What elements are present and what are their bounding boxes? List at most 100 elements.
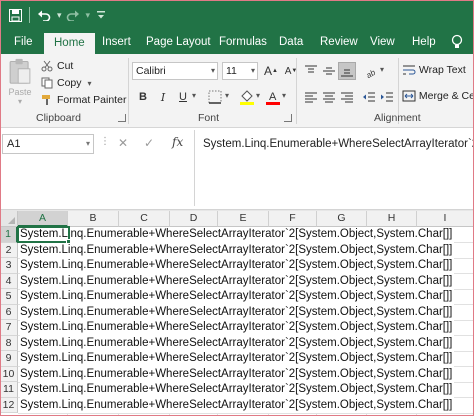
insert-function-button[interactable]: fx bbox=[172, 135, 183, 149]
grow-font-icon: A bbox=[264, 64, 273, 78]
font-color-dropdown-icon[interactable]: ▾ bbox=[282, 91, 286, 100]
row-header-4[interactable]: 4 bbox=[0, 273, 18, 289]
cell-a9[interactable]: System.Linq.Enumerable+WhereSelectArrayI… bbox=[20, 351, 455, 367]
cell-a5[interactable]: System.Linq.Enumerable+WhereSelectArrayI… bbox=[20, 289, 455, 305]
align-center-button[interactable] bbox=[320, 88, 338, 106]
column-header-c[interactable]: C bbox=[119, 211, 170, 227]
column-header-f[interactable]: F bbox=[269, 211, 317, 227]
column-header-d[interactable]: D bbox=[170, 211, 218, 227]
row-header-12[interactable]: 12 bbox=[0, 397, 18, 413]
cell-a10[interactable]: System.Linq.Enumerable+WhereSelectArrayI… bbox=[20, 366, 455, 382]
font-size-select[interactable]: 11 ▾ bbox=[222, 62, 258, 80]
cell-a2[interactable]: System.Linq.Enumerable+WhereSelectArrayI… bbox=[20, 242, 455, 258]
merge-center-button[interactable]: Merge & Cer bbox=[402, 90, 474, 102]
font-name-select[interactable]: Calibri ▾ bbox=[132, 62, 218, 80]
align-top-button[interactable] bbox=[302, 62, 320, 80]
cell-a8[interactable]: System.Linq.Enumerable+WhereSelectArrayI… bbox=[20, 335, 455, 351]
font-name-value: Calibri bbox=[136, 65, 166, 77]
increase-indent-button[interactable] bbox=[378, 88, 396, 106]
tab-help[interactable]: Help bbox=[408, 30, 440, 54]
undo-icon[interactable] bbox=[33, 6, 55, 24]
cell-a11[interactable]: System.Linq.Enumerable+WhereSelectArrayI… bbox=[20, 382, 455, 398]
row-header-8[interactable]: 8 bbox=[0, 335, 18, 351]
align-bottom-button[interactable] bbox=[338, 62, 356, 80]
row-header-1[interactable]: 1 bbox=[0, 227, 18, 243]
cell-a7[interactable]: System.Linq.Enumerable+WhereSelectArrayI… bbox=[20, 320, 455, 336]
clipboard-launcher-icon[interactable] bbox=[118, 114, 126, 122]
paintbrush-icon bbox=[40, 93, 54, 107]
decrease-indent-button[interactable] bbox=[360, 88, 378, 106]
customize-toolbar-icon[interactable] bbox=[90, 6, 112, 24]
formula-bar-resize-icon[interactable]: ⋮ bbox=[100, 136, 110, 147]
font-launcher-icon[interactable] bbox=[284, 114, 292, 122]
wrap-text-button[interactable]: Wrap Text bbox=[402, 64, 466, 76]
row-header-7[interactable]: 7 bbox=[0, 320, 18, 336]
redo-icon[interactable] bbox=[62, 6, 84, 24]
font-color-button[interactable]: A bbox=[264, 88, 282, 106]
fill-color-dropdown-icon[interactable]: ▾ bbox=[256, 91, 260, 100]
chevron-down-icon: ▾ bbox=[85, 139, 90, 148]
row-header-2[interactable]: 2 bbox=[0, 242, 18, 258]
column-header-i[interactable]: I bbox=[417, 211, 474, 227]
spreadsheet-grid[interactable]: A B C D E F G H I 1 2 3 4 5 6 7 8 9 10 1… bbox=[0, 211, 474, 416]
row-header-9[interactable]: 9 bbox=[0, 351, 18, 367]
fill-color-button[interactable] bbox=[238, 88, 256, 106]
tab-insert[interactable]: Insert bbox=[98, 30, 135, 54]
column-header-a[interactable]: A bbox=[18, 211, 68, 227]
tab-data[interactable]: Data bbox=[275, 30, 307, 54]
cut-button[interactable]: Cut bbox=[40, 58, 73, 74]
cell-a4[interactable]: System.Linq.Enumerable+WhereSelectArrayI… bbox=[20, 273, 455, 289]
shrink-font-button[interactable]: A ▼ bbox=[282, 62, 300, 80]
row-header-6[interactable]: 6 bbox=[0, 304, 18, 320]
column-header-b[interactable]: B bbox=[68, 211, 119, 227]
enter-icon[interactable]: ✓ bbox=[144, 136, 154, 150]
save-icon[interactable] bbox=[4, 6, 26, 24]
column-header-g[interactable]: G bbox=[317, 211, 367, 227]
align-middle-button[interactable] bbox=[320, 62, 338, 80]
cell-a12[interactable]: System.Linq.Enumerable+WhereSelectArrayI… bbox=[20, 397, 455, 413]
fill-handle[interactable] bbox=[66, 239, 71, 244]
quick-access-toolbar: ▾ ▾ bbox=[4, 6, 112, 24]
paste-dropdown-icon[interactable]: ▾ bbox=[18, 97, 22, 106]
orientation-button[interactable]: ab bbox=[362, 62, 380, 80]
tab-view[interactable]: View bbox=[366, 30, 399, 54]
formula-input[interactable]: System.Linq.Enumerable+WhereSelectArrayI… bbox=[194, 130, 474, 206]
tell-me-lightbulb-icon[interactable] bbox=[449, 34, 465, 50]
cancel-icon[interactable]: ✕ bbox=[118, 136, 128, 150]
tab-page-layout[interactable]: Page Layout bbox=[142, 30, 215, 54]
copy-button[interactable]: Copy ▾ bbox=[40, 75, 92, 91]
align-left-button[interactable] bbox=[302, 88, 320, 106]
underline-icon: U bbox=[179, 91, 187, 103]
tab-formulas[interactable]: Formulas bbox=[215, 30, 271, 54]
name-box[interactable]: A1 ▾ bbox=[2, 134, 94, 154]
column-header-h[interactable]: H bbox=[367, 211, 417, 227]
cell-a3[interactable]: System.Linq.Enumerable+WhereSelectArrayI… bbox=[20, 258, 455, 274]
cell-a6[interactable]: System.Linq.Enumerable+WhereSelectArrayI… bbox=[20, 304, 455, 320]
wrap-text-icon bbox=[403, 65, 416, 75]
row-header-11[interactable]: 11 bbox=[0, 382, 18, 398]
underline-dropdown-icon[interactable]: ▾ bbox=[192, 91, 196, 100]
row-header-5[interactable]: 5 bbox=[0, 289, 18, 305]
column-header-e[interactable]: E bbox=[218, 211, 269, 227]
row-header-3[interactable]: 3 bbox=[0, 258, 18, 274]
copy-dropdown-icon[interactable]: ▾ bbox=[88, 79, 92, 88]
select-all-button[interactable] bbox=[0, 211, 18, 227]
cell-a1[interactable]: System.Linq.Enumerable+WhereSelectArrayI… bbox=[20, 227, 455, 243]
underline-button[interactable]: U bbox=[174, 88, 192, 106]
grow-font-button[interactable]: A ▲ bbox=[262, 62, 280, 80]
orientation-dropdown-icon[interactable]: ▾ bbox=[380, 65, 384, 74]
chevron-down-icon: ▾ bbox=[250, 66, 255, 75]
tab-review[interactable]: Review bbox=[316, 30, 362, 54]
align-bottom-icon bbox=[341, 69, 353, 77]
group-divider bbox=[128, 58, 129, 124]
borders-button[interactable] bbox=[206, 88, 224, 106]
italic-button[interactable]: I bbox=[154, 88, 172, 106]
format-painter-button[interactable]: Format Painter bbox=[40, 92, 126, 108]
borders-dropdown-icon[interactable]: ▾ bbox=[225, 91, 229, 100]
align-right-button[interactable] bbox=[338, 88, 356, 106]
tab-file[interactable]: File bbox=[10, 30, 37, 54]
paste-button[interactable]: Paste ▾ bbox=[6, 58, 34, 106]
tab-home[interactable]: Home bbox=[44, 33, 95, 54]
bold-button[interactable]: B bbox=[134, 88, 152, 106]
row-header-10[interactable]: 10 bbox=[0, 366, 18, 382]
